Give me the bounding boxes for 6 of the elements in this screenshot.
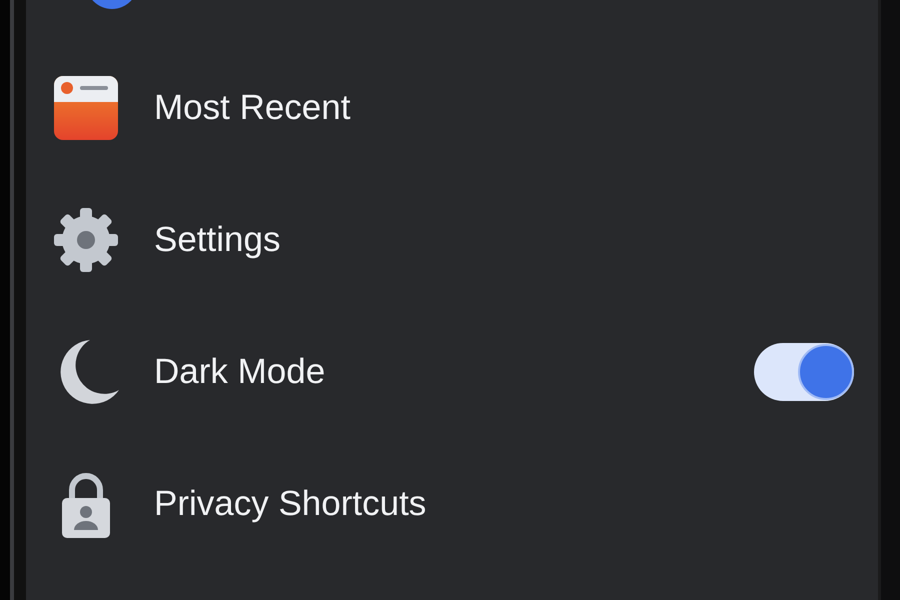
gear-icon (52, 206, 120, 274)
menu-item-label[interactable]: Privacy Shortcuts (154, 478, 426, 530)
calendar-icon (52, 74, 120, 142)
menu-item-label[interactable]: Settings (154, 214, 280, 266)
menu-item-label[interactable]: Most Recent (154, 82, 350, 134)
menu-item-label[interactable]: Dark Mode (154, 346, 326, 398)
